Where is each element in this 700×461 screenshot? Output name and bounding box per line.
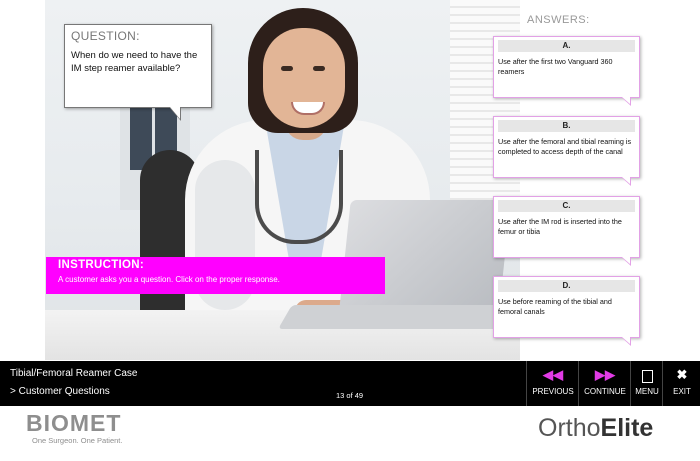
bubble-tail-inner [622,337,630,344]
menu-button[interactable]: MENU [630,361,663,406]
section-title: > Customer Questions [10,386,110,397]
double-chevron-right-icon: ▶▶ [595,367,615,382]
logo-prefix: Ortho [538,414,601,442]
left-eye [281,66,293,71]
continue-button[interactable]: ▶▶ CONTINUE [578,361,631,406]
answer-letter: A. [498,40,635,52]
document-icon [631,368,663,383]
biomet-tagline: One Surgeon. One Patient. [32,436,123,445]
close-icon: ✖ [676,367,688,382]
bubble-tail-inner [170,107,180,119]
answer-c[interactable]: C. Use after the IM rod is inserted into… [493,196,640,266]
answer-text: Use after the IM rod is inserted into th… [498,217,622,236]
answer-b[interactable]: B. Use after the femoral and tibial ream… [493,116,640,186]
biomet-logo: BIOMET [26,410,122,436]
navigation-bar: Tibial/Femoral Reamer Case > Customer Qu… [0,361,700,406]
stethoscope [255,150,343,244]
course-slide: QUESTION: When do we need to have the IM… [0,0,700,461]
previous-label: PREVIOUS [532,387,574,396]
answer-d[interactable]: D. Use before reaming of the tibial and … [493,276,640,346]
question-title: QUESTION: [71,29,140,43]
double-chevron-left-icon: ◀◀ [543,367,563,382]
previous-button[interactable]: ◀◀ PREVIOUS [526,361,579,406]
answer-letter: B. [498,120,635,132]
menu-label: MENU [635,387,659,396]
instruction-text: A customer asks you a question. Click on… [58,275,280,284]
answer-letter: D. [498,280,635,292]
instruction-title: INSTRUCTION: [58,259,145,271]
answer-letter: C. [498,200,635,212]
answers-title: ANSWERS: [527,14,590,26]
right-eye [313,66,325,71]
bubble-tail-inner [622,177,630,184]
laptop-base [278,305,520,329]
question-bubble: QUESTION: When do we need to have the IM… [64,24,212,121]
answer-text: Use before reaming of the tibial and fem… [498,297,612,316]
exit-label: EXIT [673,387,691,396]
footer: BIOMET One Surgeon. One Patient. OrthoEl… [0,406,700,461]
bubble-tail-inner [622,257,630,264]
page-counter: 13 of 49 [336,391,364,400]
continue-label: CONTINUE [584,387,626,396]
answer-a[interactable]: A. Use after the first two Vanguard 360 … [493,36,640,106]
logo-suffix: Elite [600,414,654,442]
answer-text: Use after the femoral and tibial reaming… [498,137,632,156]
question-text: When do we need to have the IM step ream… [71,50,198,74]
course-title: Tibial/Femoral Reamer Case [10,368,138,379]
instruction-banner: INSTRUCTION: A customer asks you a quest… [46,257,385,294]
exit-button[interactable]: ✖ EXIT [662,361,700,406]
answer-text: Use after the first two Vanguard 360 rea… [498,57,613,76]
bubble-tail-inner [622,97,630,104]
orthoelite-logo: OrthoElite [538,414,653,443]
